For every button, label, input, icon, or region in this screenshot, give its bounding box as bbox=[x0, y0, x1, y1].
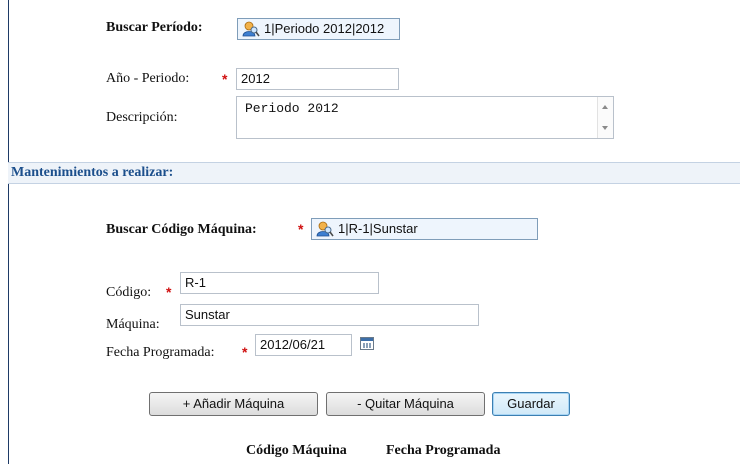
save-button[interactable]: Guardar bbox=[492, 392, 570, 416]
page-frame-border bbox=[8, 0, 9, 464]
buscar-periodo-value: 1|Periodo 2012|2012 bbox=[264, 21, 385, 36]
fecha-programada-label: Fecha Programada: bbox=[106, 345, 215, 360]
codigo-label: Código: bbox=[106, 285, 152, 300]
buscar-periodo-label: Buscar Período: bbox=[106, 20, 203, 35]
codigo-input[interactable]: R-1 bbox=[180, 272, 379, 294]
maquina-input[interactable]: Sunstar bbox=[180, 304, 479, 326]
fecha-programada-input[interactable]: 2012/06/21 bbox=[255, 334, 352, 356]
required-marker: * bbox=[166, 284, 172, 300]
descripcion-value: Periodo 2012 bbox=[245, 101, 339, 116]
mantenimientos-section-header: Mantenimientos a realizar: bbox=[8, 162, 740, 184]
remove-machine-button[interactable]: - Quitar Máquina bbox=[326, 392, 485, 416]
required-marker: * bbox=[222, 71, 228, 87]
buscar-codigo-maquina-label: Buscar Código Máquina: bbox=[106, 222, 257, 237]
maquina-label: Máquina: bbox=[106, 317, 160, 332]
search-user-icon bbox=[242, 21, 260, 37]
buscar-codigo-maquina-lookup[interactable]: 1|R-1|Sunstar bbox=[311, 218, 538, 240]
anio-periodo-label: Año - Periodo: bbox=[106, 71, 190, 86]
table-header-codigo-maquina: Código Máquina bbox=[246, 443, 347, 458]
descripcion-scrollbar[interactable] bbox=[597, 97, 613, 138]
required-marker: * bbox=[242, 344, 248, 360]
buscar-periodo-lookup[interactable]: 1|Periodo 2012|2012 bbox=[237, 18, 400, 40]
add-machine-button[interactable]: + Añadir Máquina bbox=[149, 392, 318, 416]
scroll-down-arrow-icon[interactable] bbox=[602, 126, 608, 130]
section-title: Mantenimientos a realizar: bbox=[11, 165, 174, 180]
calendar-icon[interactable] bbox=[360, 337, 374, 350]
descripcion-label: Descripción: bbox=[106, 110, 178, 125]
scroll-up-arrow-icon[interactable] bbox=[602, 105, 608, 109]
required-marker: * bbox=[298, 221, 304, 237]
search-user-icon bbox=[316, 221, 334, 237]
descripcion-textarea[interactable]: Periodo 2012 bbox=[236, 96, 614, 139]
buscar-codigo-maquina-value: 1|R-1|Sunstar bbox=[338, 221, 418, 236]
anio-periodo-input[interactable]: 2012 bbox=[236, 68, 399, 90]
table-header-fecha-programada: Fecha Programada bbox=[386, 443, 501, 458]
